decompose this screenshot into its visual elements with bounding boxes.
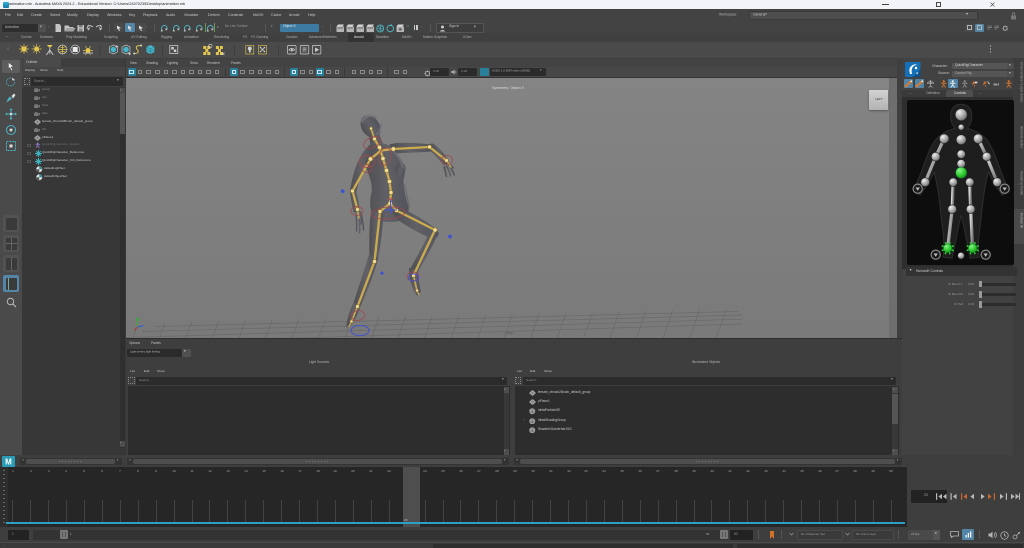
svg-text:Attribute Editor: Attribute Editor: [1020, 126, 1024, 149]
svg-text:Human IK: Human IK: [1020, 213, 1024, 229]
svg-text:M: M: [5, 457, 12, 466]
svg-text:Modeling Toolkit: Modeling Toolkit: [1020, 171, 1024, 195]
svg-text:Channel Box / Layer Editor: Channel Box / Layer Editor: [1020, 62, 1024, 103]
